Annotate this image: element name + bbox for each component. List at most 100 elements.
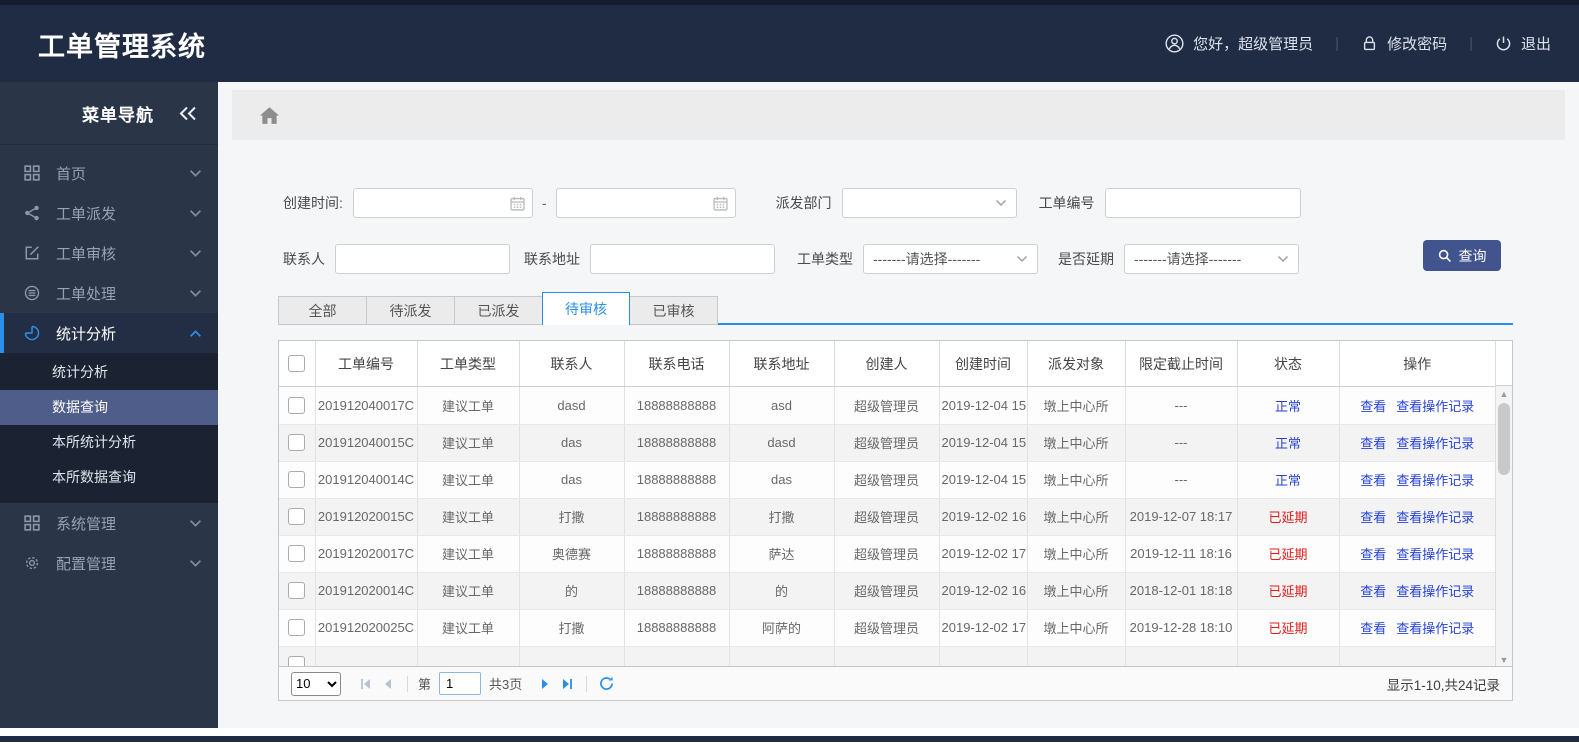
order-no-field <box>1104 188 1301 218</box>
first-page-button[interactable] <box>355 673 377 695</box>
row-checkbox[interactable] <box>288 508 306 526</box>
tab-0[interactable]: 全部 <box>278 296 366 325</box>
table-row: 201912020014C 建议工单的 18888888888 的超级管理员 2019-… <box>279 572 1495 610</box>
sidebar-item-statistics[interactable]: 统计分析 <box>0 313 218 353</box>
scroll-thumb[interactable] <box>1498 403 1510 475</box>
sidebar-title: 菜单导航 <box>82 105 154 125</box>
order-no-input[interactable] <box>1105 189 1300 217</box>
logout-button[interactable]: 退出 <box>1495 33 1551 54</box>
order-type-select[interactable]: -------请选择------- <box>863 244 1038 274</box>
tab-1[interactable]: 待派发 <box>366 296 454 325</box>
view-link[interactable]: 查看 <box>1360 621 1386 636</box>
table-scrollbar[interactable]: ▲ ▼ <box>1495 386 1512 667</box>
delay-select[interactable]: -------请选择------- <box>1124 244 1299 274</box>
column-header: 创建时间 <box>939 341 1028 387</box>
grid-icon <box>24 515 41 531</box>
query-button[interactable]: 查询 <box>1423 240 1501 271</box>
sidebar-item-process[interactable]: 工单处理 <box>0 273 218 313</box>
contact-input[interactable] <box>336 245 509 273</box>
sidebar-item-review[interactable]: 工单审核 <box>0 233 218 273</box>
lock-icon <box>1361 35 1378 52</box>
home-icon[interactable] <box>260 106 279 124</box>
status-badge: 已延期 <box>1268 584 1308 599</box>
dispatch-dept-select[interactable] <box>841 188 1017 218</box>
edit-icon <box>24 245 41 261</box>
delay-label: 是否延期 <box>1058 251 1114 267</box>
scroll-up-arrow[interactable]: ▲ <box>1496 386 1512 401</box>
contact-label: 联系人 <box>283 251 325 267</box>
main-content: 创建时间: - 派发部门 工单编号 联系人 联系地址 工单类型 -------请… <box>218 82 1579 728</box>
created-time-start-input[interactable] <box>353 189 532 217</box>
table-row: 201912020025C 建议工单 打撒 18888888888 阿萨的 超级管理员 20… <box>279 609 1495 647</box>
process-icon <box>24 285 41 301</box>
sidebar: 菜单导航 首页 工单派发 工单审核 工单处理 统计分析 统计分析 数据查询 本所统计分析 本所数… <box>0 82 218 728</box>
pagination-divider <box>586 675 588 692</box>
sidebar-subitem-branch-stat-analysis[interactable]: 本所统计分析 <box>0 425 218 460</box>
view-link[interactable]: 查看 <box>1360 547 1386 562</box>
logout-label: 退出 <box>1520 36 1551 53</box>
view-log-link[interactable]: 查看操作记录 <box>1396 621 1474 636</box>
filter-row-1: 创建时间: - 派发部门 工单编号 <box>283 188 1301 218</box>
last-page-button[interactable] <box>556 673 578 695</box>
scroll-down-arrow[interactable]: ▼ <box>1496 652 1512 667</box>
view-log-link[interactable]: 查看操作记录 <box>1396 473 1474 488</box>
chevron-down-icon <box>189 249 202 258</box>
sidebar-subitem-branch-data-query[interactable]: 本所数据查询 <box>0 460 218 495</box>
view-link[interactable]: 查看 <box>1360 584 1386 599</box>
created-time-end-input[interactable] <box>556 189 735 217</box>
tab-3[interactable]: 待审核 <box>542 292 630 325</box>
user-icon <box>1165 34 1184 53</box>
view-log-link[interactable]: 查看操作记录 <box>1396 584 1474 599</box>
view-link[interactable]: 查看 <box>1360 473 1386 488</box>
sidebar-item-home[interactable]: 首页 <box>0 153 218 193</box>
page-number-input[interactable] <box>439 672 482 695</box>
row-checkbox[interactable] <box>288 545 306 563</box>
view-log-link[interactable]: 查看操作记录 <box>1396 436 1474 451</box>
chevron-down-icon <box>189 519 202 528</box>
page-size-select[interactable]: 10 <box>291 671 341 696</box>
sidebar-item-config[interactable]: 配置管理 <box>0 543 218 583</box>
table-row <box>279 646 1495 668</box>
view-log-link[interactable]: 查看操作记录 <box>1396 547 1474 562</box>
column-header: 派发对象 <box>1027 341 1126 387</box>
header-divider: | <box>1469 35 1473 52</box>
table-row: 201912020017C 建议工单 奥德赛 18888888888 萨达 超级管理员 20… <box>279 535 1495 573</box>
prev-page-button[interactable] <box>377 673 399 695</box>
query-button-label: 查询 <box>1458 247 1487 264</box>
pie-chart-icon <box>24 325 41 341</box>
row-checkbox[interactable] <box>288 582 306 600</box>
sidebar-subitem-data-query[interactable]: 数据查询 <box>0 390 218 425</box>
sidebar-item-dispatch[interactable]: 工单派发 <box>0 193 218 233</box>
row-checkbox[interactable] <box>288 471 306 489</box>
sidebar-collapse-icon[interactable] <box>178 106 198 121</box>
row-checkbox[interactable] <box>288 619 306 637</box>
user-greeting[interactable]: 您好，超级管理员 <box>1165 33 1313 54</box>
sidebar-subitem-stat-analysis[interactable]: 统计分析 <box>0 355 218 390</box>
row-checkbox[interactable] <box>288 434 306 452</box>
tab-4[interactable]: 已审核 <box>630 296 718 325</box>
calendar-icon[interactable] <box>712 196 728 211</box>
power-icon <box>1495 35 1512 52</box>
view-log-link[interactable]: 查看操作记录 <box>1396 399 1474 414</box>
order-type-label: 工单类型 <box>797 251 853 267</box>
view-link[interactable]: 查看 <box>1360 399 1386 414</box>
refresh-button[interactable] <box>595 673 617 695</box>
tab-2[interactable]: 已派发 <box>454 296 542 325</box>
chevron-down-icon <box>189 169 202 178</box>
change-password-button[interactable]: 修改密码 <box>1361 33 1447 54</box>
sidebar-item-system[interactable]: 系统管理 <box>0 503 218 543</box>
created-time-start-field <box>352 188 533 218</box>
app-header: 工单管理系统 您好，超级管理员 | 修改密码 | 退出 <box>0 0 1579 82</box>
chevron-up-icon <box>189 329 202 338</box>
view-link[interactable]: 查看 <box>1360 436 1386 451</box>
next-page-button[interactable] <box>534 673 556 695</box>
address-label: 联系地址 <box>524 251 580 267</box>
select-all-checkbox[interactable] <box>288 355 306 373</box>
header-divider: | <box>1335 35 1340 52</box>
view-link[interactable]: 查看 <box>1360 510 1386 525</box>
view-log-link[interactable]: 查看操作记录 <box>1396 510 1474 525</box>
row-checkbox[interactable] <box>288 396 306 414</box>
address-input[interactable] <box>591 245 774 273</box>
table-row: 201912040015C 建议工单 das 18888888888 dasd 超级管理员… <box>279 424 1495 462</box>
calendar-icon[interactable] <box>510 196 525 211</box>
